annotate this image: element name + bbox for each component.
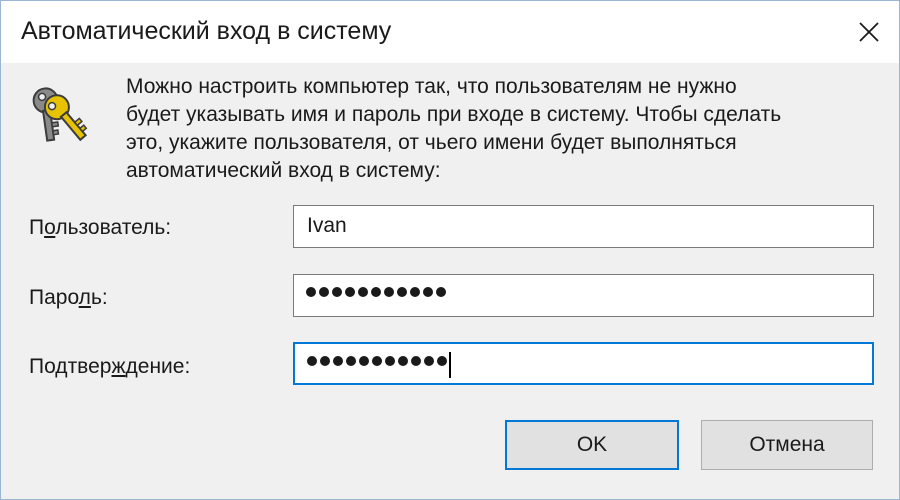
user-name-value: Ivan [307,214,347,237]
user-label-accesskey: о [44,216,56,239]
user-name-input[interactable]: Ivan [293,205,874,248]
password-label-accesskey: л [78,286,91,309]
password-dot [306,287,316,297]
password-input[interactable] [293,274,874,317]
password-dot [319,287,329,297]
password-dot [345,287,355,297]
confirm-password-dot [372,356,382,366]
confirm-label: Подтверждение: [29,355,190,379]
confirm-password-dot [437,356,447,366]
confirm-password-input[interactable] [293,342,874,385]
password-dot [397,287,407,297]
auto-logon-dialog: Автоматический вход в систему Можно наст [0,0,900,500]
confirm-password-dot [333,356,343,366]
confirm-password-mask [307,356,447,366]
confirm-label-accesskey: ж [111,355,126,378]
password-label-part: ь: [90,286,108,309]
password-dot [371,287,381,297]
cancel-button[interactable]: Отмена [701,420,873,470]
user-label-part: П [29,216,45,239]
confirm-password-dot [346,356,356,366]
instructions-line: будет указывать имя и пароль при входе в… [126,103,782,126]
password-dot [410,287,420,297]
confirm-label-part: дение: [125,355,191,378]
ok-button[interactable]: OK [505,420,679,470]
confirm-password-dot [385,356,395,366]
instructions-line: это, укажите пользователя, от чьего имен… [126,131,737,154]
confirm-password-dot [359,356,369,366]
confirm-label-part: Подтвер [29,355,112,378]
password-dot [423,287,433,297]
close-icon [859,22,879,42]
confirm-password-dot [307,356,317,366]
confirm-password-dot [424,356,434,366]
title-bar: Автоматический вход в систему [1,1,899,63]
keys-icon [32,87,88,142]
instructions-line: Можно настроить компьютер так, что польз… [126,75,737,98]
password-mask [306,287,446,297]
text-caret [449,352,451,378]
confirm-password-dot [411,356,421,366]
instructions-line: автоматический вход в систему: [126,159,441,182]
close-button[interactable] [839,1,899,63]
password-label: Пароль: [29,286,108,310]
password-label-part: Паро [29,286,79,309]
user-label-part: льзователь: [55,216,172,239]
confirm-password-dot [320,356,330,366]
user-label: Пользователь: [29,216,171,240]
window-title: Автоматический вход в систему [21,17,392,45]
confirm-password-dot [398,356,408,366]
password-dot [436,287,446,297]
password-dot [358,287,368,297]
password-dot [384,287,394,297]
password-dot [332,287,342,297]
instructions-text: Можно настроить компьютер так, что польз… [126,73,876,185]
